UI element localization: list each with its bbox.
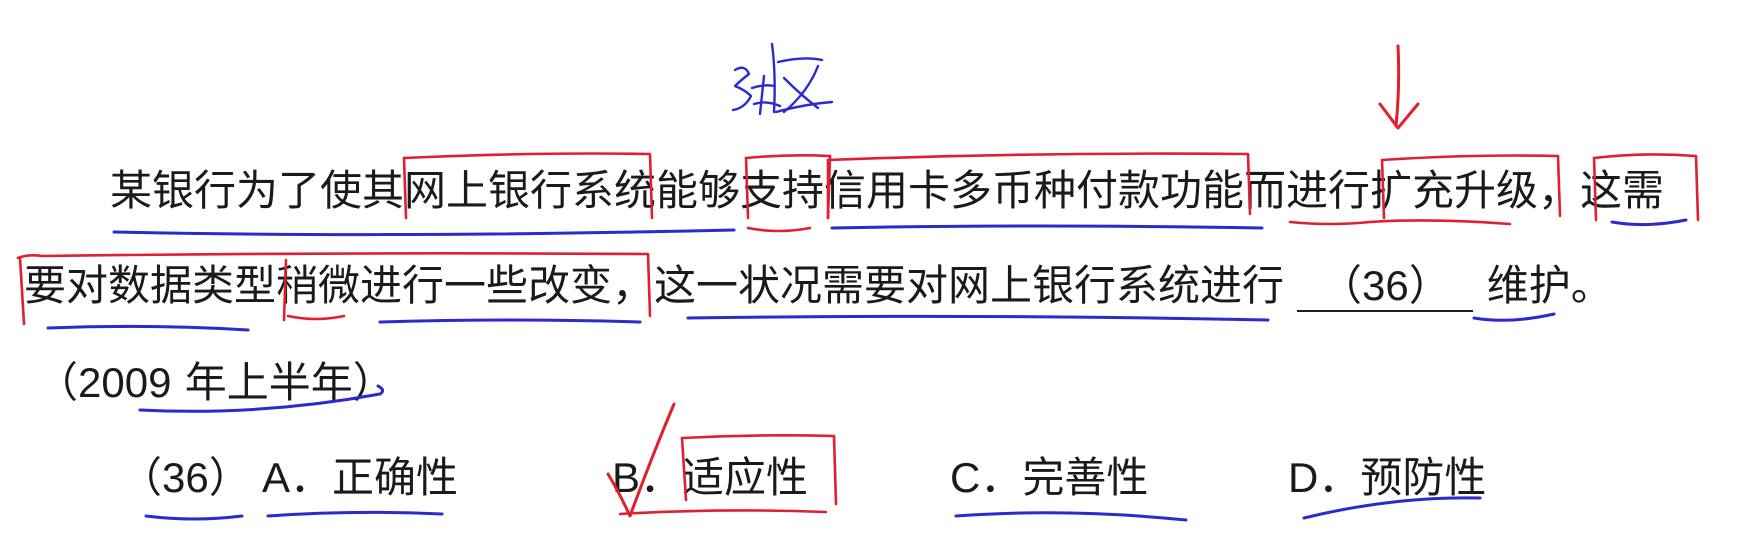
question-text-line-1: 某银行为了使其网上银行系统能够支持信用卡多币种付款功能而进行扩充升级，这需 bbox=[110, 166, 1665, 215]
option-b-letter: B． bbox=[612, 454, 683, 501]
arrow-down-icon bbox=[1378, 44, 1420, 130]
option-c: C．完善性 bbox=[950, 450, 1148, 506]
option-b-text: 适应性 bbox=[682, 453, 809, 502]
question-line-2: 要对数据类型稍微进行一些改变，这一状况需要对网上银行系统进行 （36） 维护。 bbox=[24, 258, 1613, 314]
answer-blank: （36） bbox=[1297, 262, 1474, 312]
option-c-letter: C． bbox=[950, 454, 1023, 501]
option-a: A．正确性 bbox=[262, 450, 458, 506]
option-d: D．预防性 bbox=[1288, 450, 1486, 506]
option-d-letter: D． bbox=[1288, 454, 1361, 501]
option-c-text: 完善性 bbox=[1022, 453, 1149, 502]
source-year: 2009 bbox=[78, 359, 172, 406]
question-text-line-2-end: 维护。 bbox=[1486, 261, 1613, 310]
option-question-number: （36） bbox=[120, 454, 251, 501]
question-source: （2009 年上半年） bbox=[36, 355, 395, 411]
option-a-text: 正确性 bbox=[332, 453, 459, 502]
option-b: B．适应性 bbox=[612, 450, 808, 506]
source-text: 年上半年） bbox=[171, 358, 395, 407]
option-d-text: 预防性 bbox=[1360, 453, 1487, 502]
question-line-1: 某银行为了使其网上银行系统能够支持信用卡多币种付款功能而进行扩充升级，这需 bbox=[110, 163, 1664, 219]
handwritten-note bbox=[731, 42, 834, 116]
question-text-line-2: 要对数据类型稍微进行一些改变，这一状况需要对网上银行系统进行 bbox=[24, 261, 1285, 310]
source-open-paren: （ bbox=[36, 358, 79, 407]
option-a-letter: A． bbox=[262, 454, 333, 501]
